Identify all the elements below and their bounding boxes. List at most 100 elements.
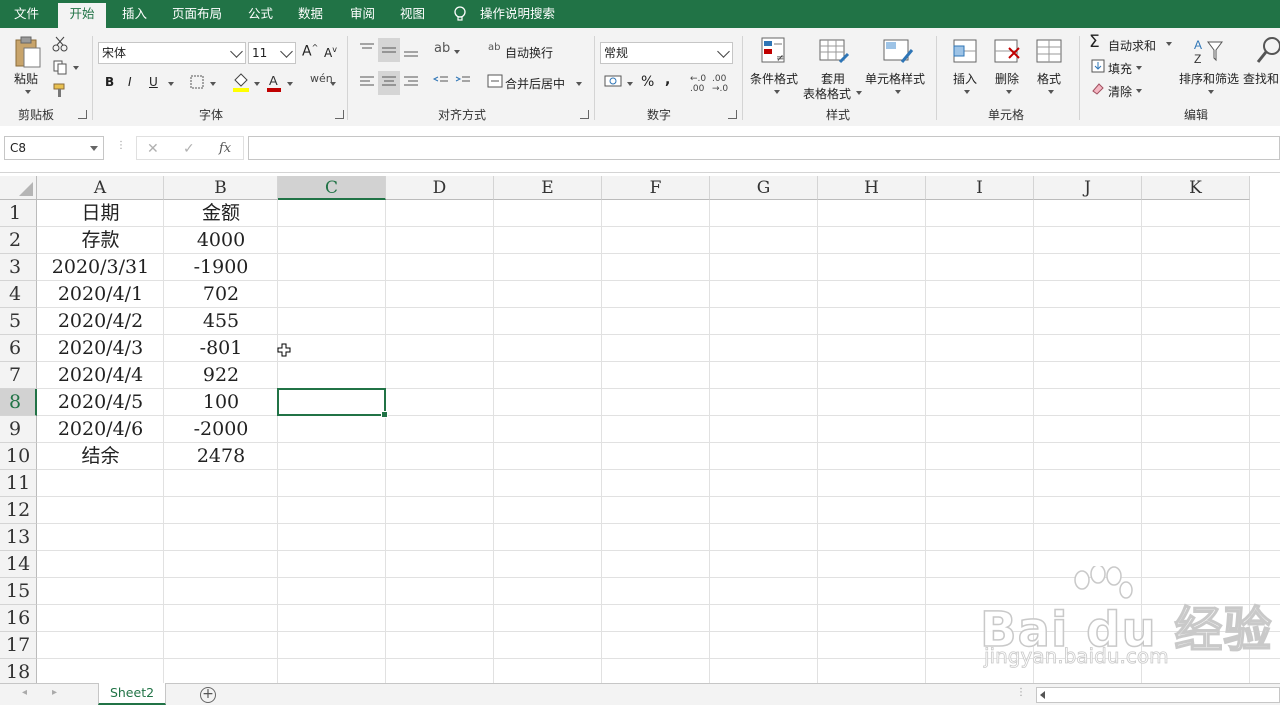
column-header-k[interactable]: K: [1142, 176, 1250, 200]
wrap-text-icon[interactable]: ab: [488, 42, 500, 53]
tab-data[interactable]: 数据: [298, 0, 323, 28]
cell-b10[interactable]: 2478: [164, 443, 278, 470]
select-all-corner[interactable]: [0, 176, 37, 200]
border-dropdown-icon[interactable]: [210, 82, 216, 86]
fill-color-dropdown-icon[interactable]: [254, 82, 260, 86]
align-right-icon[interactable]: [402, 72, 420, 92]
fill-down-icon[interactable]: [1091, 59, 1105, 73]
autosum-button[interactable]: 自动求和: [1108, 37, 1156, 54]
paste-label[interactable]: 粘贴: [14, 70, 38, 87]
delete-cells-button[interactable]: 删除: [995, 70, 1019, 87]
increase-decimal-icon[interactable]: ←.0.00: [690, 74, 706, 94]
cell-a4[interactable]: 2020/4/1: [37, 281, 164, 308]
cell-a6[interactable]: 2020/4/3: [37, 335, 164, 362]
cell-a2[interactable]: 存款: [37, 227, 164, 254]
row-header-6[interactable]: 6: [0, 335, 37, 362]
font-color-dropdown-icon[interactable]: [287, 82, 293, 86]
phonetic-dropdown-icon[interactable]: [330, 82, 336, 86]
sheet-tab-sheet2[interactable]: Sheet2: [98, 683, 166, 705]
row-header-7[interactable]: 7: [0, 362, 37, 389]
copy-dropdown-icon[interactable]: [73, 66, 79, 70]
accounting-dropdown-icon[interactable]: [627, 82, 633, 86]
decrease-font-icon[interactable]: Av: [324, 45, 337, 60]
column-header-j[interactable]: J: [1034, 176, 1142, 200]
cell-styles-button[interactable]: 单元格样式: [865, 70, 925, 87]
font-launcher-icon[interactable]: [335, 110, 344, 119]
conditional-formatting-dropdown-icon[interactable]: [774, 90, 780, 94]
row-header-3[interactable]: 3: [0, 254, 37, 281]
column-header-c[interactable]: C: [278, 176, 386, 200]
row-header-1[interactable]: 1: [0, 200, 37, 227]
cell-b1[interactable]: 金额: [164, 200, 278, 227]
copy-icon[interactable]: [52, 59, 68, 75]
number-format-select[interactable]: 常规: [600, 42, 733, 64]
row-header-2[interactable]: 2: [0, 227, 37, 254]
tab-formulas[interactable]: 公式: [248, 0, 273, 28]
wrap-text-button[interactable]: 自动换行: [505, 44, 553, 61]
row-header-10[interactable]: 10: [0, 443, 37, 470]
active-cell-c8[interactable]: [277, 388, 388, 418]
column-header-e[interactable]: E: [494, 176, 602, 200]
percent-button[interactable]: %: [641, 74, 654, 90]
sort-filter-button[interactable]: 排序和筛选: [1179, 70, 1239, 87]
column-header-h[interactable]: H: [818, 176, 926, 200]
scroll-left-icon[interactable]: [1040, 691, 1045, 699]
cell-a8[interactable]: 2020/4/5: [37, 389, 164, 416]
number-launcher-icon[interactable]: [728, 110, 737, 119]
tab-view[interactable]: 视图: [400, 0, 425, 28]
cell-a7[interactable]: 2020/4/4: [37, 362, 164, 389]
autosum-dropdown-icon[interactable]: [1166, 42, 1172, 46]
border-icon[interactable]: [190, 75, 204, 89]
row-header-4[interactable]: 4: [0, 281, 37, 308]
merge-center-button[interactable]: 合并后居中: [505, 75, 565, 92]
align-top-icon[interactable]: [358, 40, 376, 60]
cell-a10[interactable]: 结余: [37, 443, 164, 470]
cut-icon[interactable]: [52, 36, 68, 52]
tab-home[interactable]: 开始: [58, 3, 106, 28]
paste-icon[interactable]: [13, 36, 43, 70]
orientation-icon[interactable]: ab: [434, 41, 450, 56]
alignment-launcher-icon[interactable]: [580, 110, 589, 119]
merge-dropdown-icon[interactable]: [576, 82, 582, 86]
cell-b5[interactable]: 455: [164, 308, 278, 335]
font-name-select[interactable]: 宋体: [98, 42, 246, 64]
fill-button[interactable]: 填充: [1108, 60, 1132, 77]
clear-dropdown-icon[interactable]: [1136, 89, 1142, 93]
cell-b7[interactable]: 922: [164, 362, 278, 389]
fill-dropdown-icon[interactable]: [1136, 66, 1142, 70]
insert-cells-dropdown-icon[interactable]: [964, 90, 970, 94]
delete-cells-dropdown-icon[interactable]: [1006, 90, 1012, 94]
tell-me-search[interactable]: 操作说明搜索: [480, 0, 555, 28]
cell-b3[interactable]: -1900: [164, 254, 278, 281]
tab-page-layout[interactable]: 页面布局: [172, 0, 222, 28]
row-header-12[interactable]: 12: [0, 497, 37, 524]
row-header-8[interactable]: 8: [0, 389, 37, 416]
column-header-i[interactable]: I: [926, 176, 1034, 200]
name-box-dropdown-icon[interactable]: [90, 146, 98, 151]
fill-color-icon[interactable]: [232, 72, 250, 92]
merge-center-icon[interactable]: [487, 73, 503, 89]
increase-indent-icon[interactable]: [454, 72, 472, 92]
format-as-table-label-2[interactable]: 表格格式: [803, 85, 851, 102]
horizontal-scrollbar[interactable]: [1036, 687, 1280, 703]
bold-button[interactable]: B: [105, 75, 114, 89]
font-size-select[interactable]: 11: [248, 42, 296, 64]
cell-b9[interactable]: -2000: [164, 416, 278, 443]
cell-b8[interactable]: 100: [164, 389, 278, 416]
autosum-icon[interactable]: Σ: [1089, 32, 1100, 52]
orientation-dropdown-icon[interactable]: [454, 50, 460, 54]
row-header-14[interactable]: 14: [0, 551, 37, 578]
cell-b2[interactable]: 4000: [164, 227, 278, 254]
underline-dropdown-icon[interactable]: [168, 82, 174, 86]
clipboard-launcher-icon[interactable]: [78, 110, 87, 119]
row-header-15[interactable]: 15: [0, 578, 37, 605]
column-header-a[interactable]: A: [37, 176, 164, 200]
column-header-d[interactable]: D: [386, 176, 494, 200]
format-as-table-dropdown-icon[interactable]: [856, 91, 862, 95]
paste-dropdown-icon[interactable]: [25, 90, 31, 94]
decrease-indent-icon[interactable]: [432, 72, 450, 92]
cell-a3[interactable]: 2020/3/31: [37, 254, 164, 281]
cell-b4[interactable]: 702: [164, 281, 278, 308]
clear-button[interactable]: 清除: [1108, 83, 1132, 100]
tab-review[interactable]: 审阅: [350, 0, 375, 28]
